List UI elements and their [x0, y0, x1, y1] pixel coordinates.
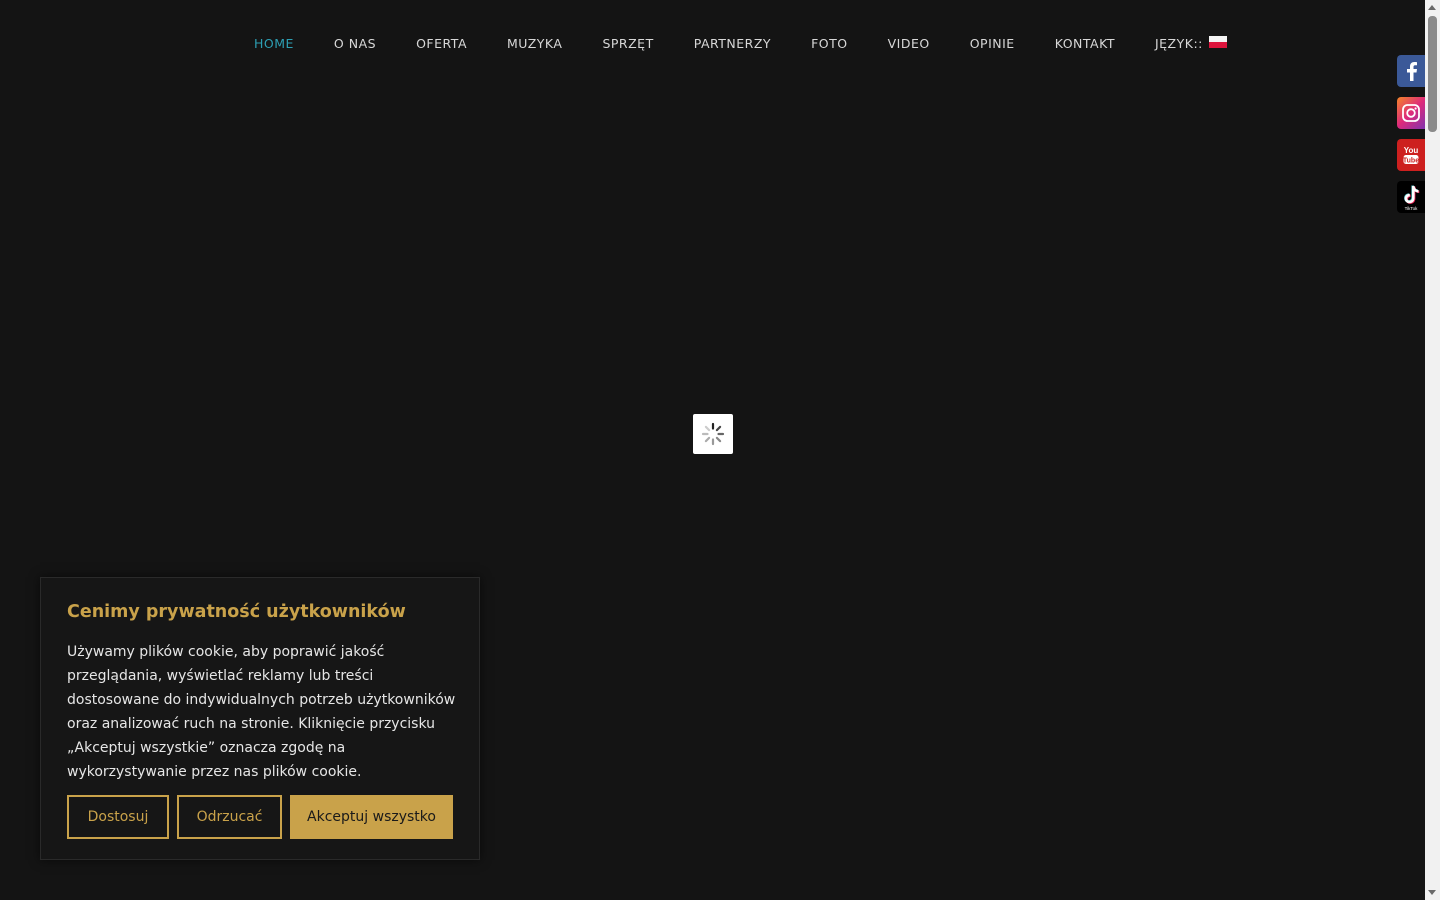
nav-item-sprzet[interactable]: SPRZĘT	[582, 36, 673, 52]
instagram-button[interactable]	[1397, 97, 1425, 129]
cookie-description: Używamy plików cookie, aby poprawić jako…	[67, 644, 456, 780]
loading-spinner	[693, 414, 733, 454]
nav-list: HOME O NAS OFERTA MUZYKA SPRZĘT PARTNERZ…	[234, 36, 1247, 52]
svg-text:Tube: Tube	[1403, 157, 1419, 164]
main-viewport: HOME O NAS OFERTA MUZYKA SPRZĘT PARTNERZ…	[0, 0, 1425, 900]
page: HOME O NAS OFERTA MUZYKA SPRZĘT PARTNERZ…	[0, 0, 1440, 900]
scrollbar-thumb[interactable]	[1428, 16, 1437, 132]
cookie-buttons: Dostosuj Odrzucać Akceptuj wszystko	[67, 795, 453, 839]
instagram-icon	[1402, 104, 1420, 122]
tiktok-caption: TikTok	[1405, 206, 1419, 211]
youtube-icon: You Tube	[1403, 146, 1419, 164]
poland-flag-icon	[1208, 36, 1227, 48]
customize-button[interactable]: Dostosuj	[67, 795, 169, 839]
cookie-title: Cenimy prywatność użytkowników	[67, 602, 406, 622]
nav-item-language[interactable]: JĘZYK::	[1135, 36, 1247, 52]
facebook-button[interactable]	[1397, 55, 1425, 87]
language-label: JĘZYK::	[1154, 36, 1203, 51]
facebook-icon	[1407, 62, 1417, 81]
tiktok-button[interactable]: TikTok	[1397, 181, 1425, 213]
reject-button[interactable]: Odrzucać	[177, 795, 282, 839]
accept-all-button[interactable]: Akceptuj wszystko	[290, 795, 453, 839]
nav-item-opinie[interactable]: OPINIE	[950, 36, 1035, 52]
nav-item-home[interactable]: HOME	[234, 36, 314, 52]
scroll-up-arrow-icon[interactable]	[1428, 5, 1436, 10]
nav-item-foto[interactable]: FOTO	[791, 36, 868, 52]
svg-text:You: You	[1404, 146, 1419, 155]
nav-item-oferta[interactable]: OFERTA	[396, 36, 487, 52]
scroll-down-arrow-icon[interactable]	[1428, 890, 1436, 895]
main-navigation: HOME O NAS OFERTA MUZYKA SPRZĘT PARTNERZ…	[0, 0, 1425, 88]
youtube-button[interactable]: You Tube	[1397, 139, 1425, 171]
tiktok-icon: TikTok	[1404, 185, 1420, 211]
nav-item-partnerzy[interactable]: PARTNERZY	[674, 36, 791, 52]
loading-spinner-icon	[701, 422, 725, 446]
page-scrollbar[interactable]	[1425, 0, 1440, 900]
cookie-consent-banner: Cenimy prywatność użytkowników Używamy p…	[40, 577, 480, 860]
nav-item-muzyka[interactable]: MUZYKA	[487, 36, 582, 52]
nav-item-kontakt[interactable]: KONTAKT	[1035, 36, 1135, 52]
nav-item-o-nas[interactable]: O NAS	[314, 36, 396, 52]
nav-item-video[interactable]: VIDEO	[868, 36, 950, 52]
